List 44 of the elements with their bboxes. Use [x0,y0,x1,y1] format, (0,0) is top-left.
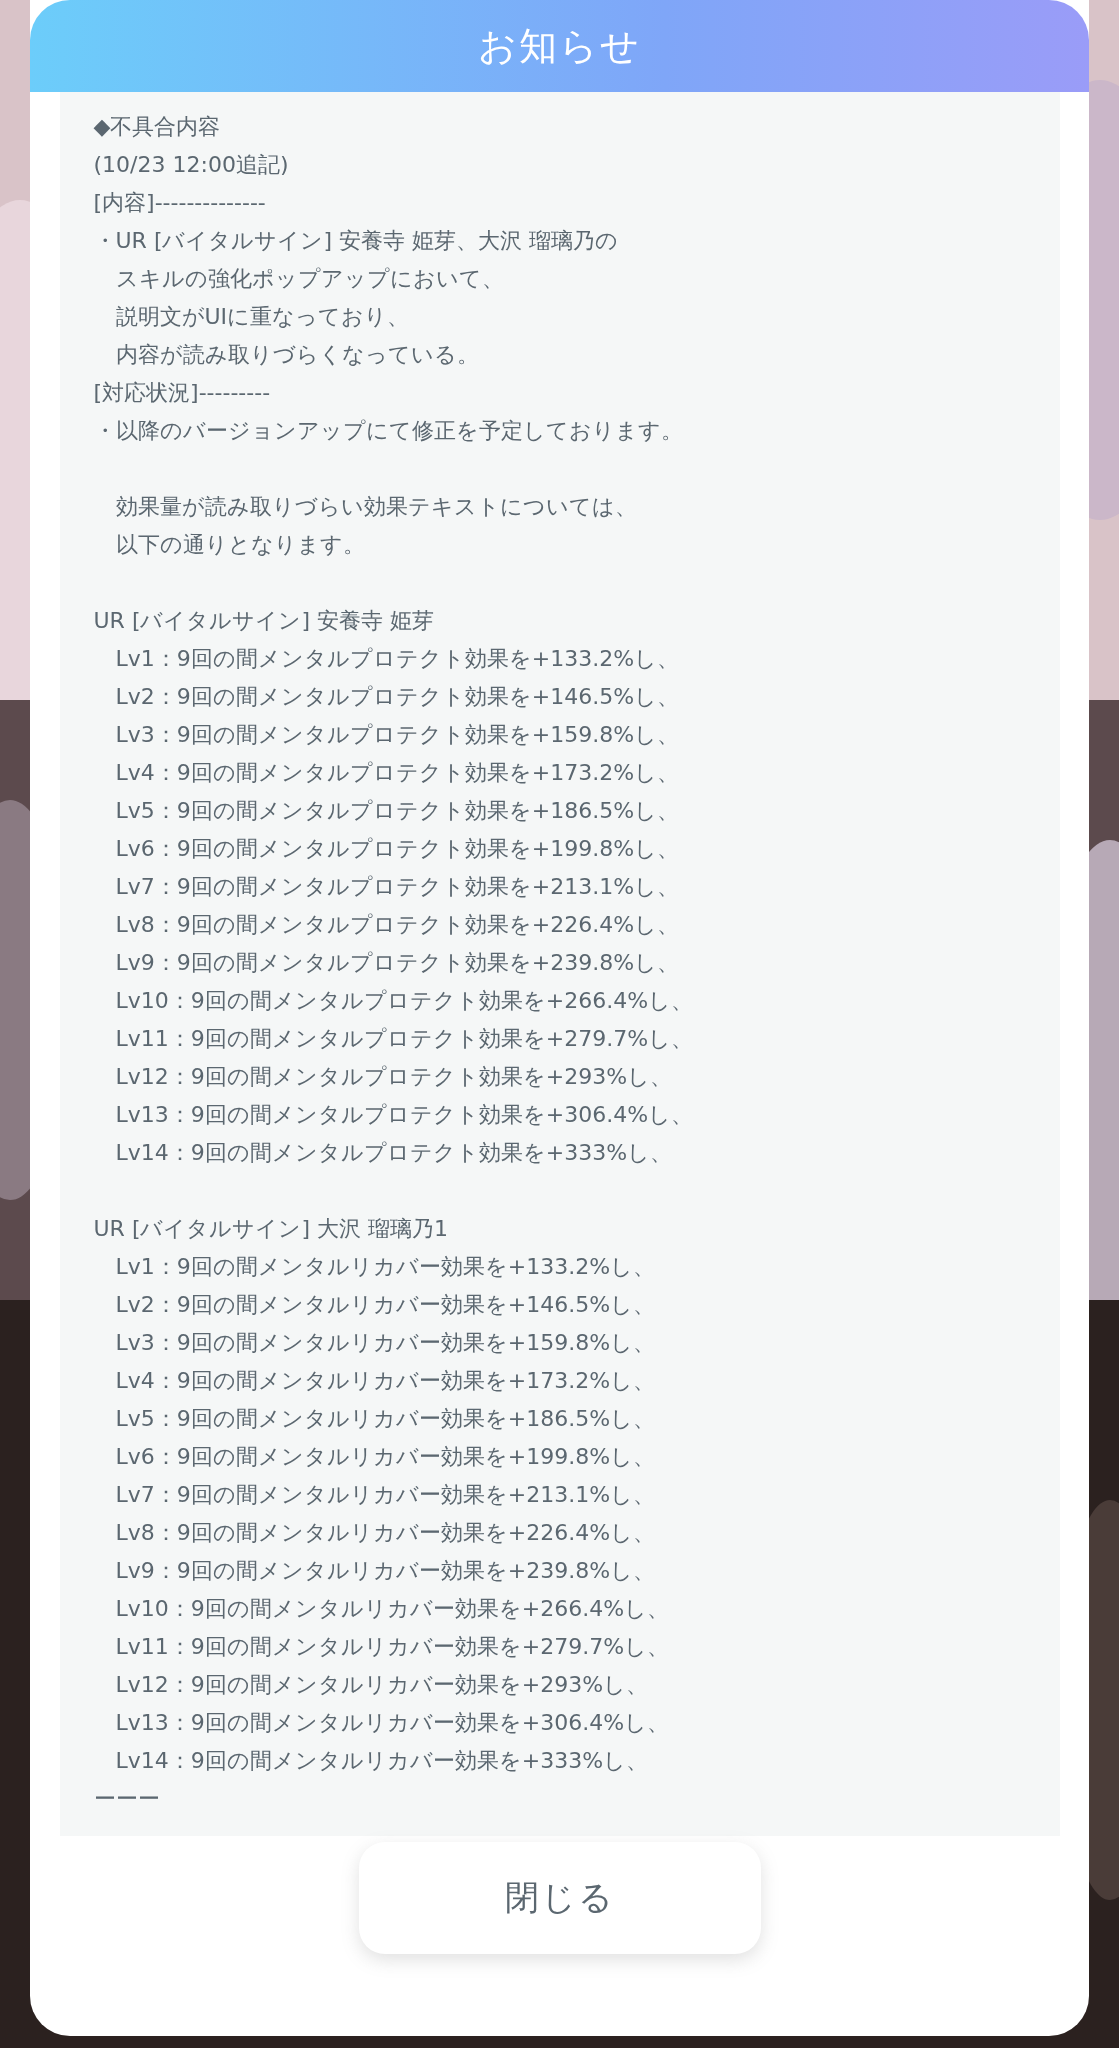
notice-line: 効果量が読み取りづらい効果テキストについては、 [114,493,638,521]
notice-line: Lv2：9回の間メンタルリカバー効果を+146.5%し、 [114,1291,657,1319]
notice-line: Lv14：9回の間メンタルプロテクト効果を+333%し、 [114,1139,674,1167]
notice-line: Lv12：9回の間メンタルプロテクト効果を+293%し、 [114,1063,674,1091]
notice-line: Lv7：9回の間メンタルプロテクト効果を+213.1%し、 [114,873,681,901]
notice-line: Lv5：9回の間メンタルプロテクト効果を+186.5%し、 [114,797,681,825]
notice-line: Lv3：9回の間メンタルリカバー効果を+159.8%し、 [114,1329,657,1357]
notice-line: Lv11：9回の間メンタルプロテクト効果を+279.7%し、 [114,1025,695,1053]
dialog-title: お知らせ [478,22,641,70]
notice-line: スキルの強化ポップアップにおいて、 [114,265,505,293]
notice-line: Lv1：9回の間メンタルプロテクト効果を+133.2%し、 [114,645,681,673]
notice-line: ーーー [93,1785,161,1813]
notice-line: [内容]-------------- [93,189,267,217]
notice-line: Lv9：9回の間メンタルプロテクト効果を+239.8%し、 [114,949,681,977]
notice-line: 内容が読み取りづらくなっている。 [114,341,480,369]
notice-line: Lv1：9回の間メンタルリカバー効果を+133.2%し、 [114,1253,657,1281]
notice-line: Lv2：9回の間メンタルプロテクト効果を+146.5%し、 [114,683,681,711]
notice-line: Lv11：9回の間メンタルリカバー効果を+279.7%し、 [114,1633,671,1661]
notice-line: Lv8：9回の間メンタルリカバー効果を+226.4%し、 [114,1519,657,1547]
notice-line: Lv13：9回の間メンタルプロテクト効果を+306.4%し、 [114,1101,695,1129]
close-button[interactable]: 閉じる [358,1842,761,1954]
notice-line: Lv12：9回の間メンタルリカバー効果を+293%し、 [114,1671,650,1699]
notice-line: (10/23 12:00追記) [93,151,290,179]
notice-line: Lv8：9回の間メンタルプロテクト効果を+226.4%し、 [114,911,681,939]
notice-line: Lv14：9回の間メンタルリカバー効果を+333%し、 [114,1747,650,1775]
notice-line: Lv10：9回の間メンタルリカバー効果を+266.4%し、 [114,1595,671,1623]
notice-line: Lv4：9回の間メンタルリカバー効果を+173.2%し、 [114,1367,657,1395]
notice-line: UR [バイタルサイン] 安養寺 姫芽 [93,607,436,635]
notice-line: Lv10：9回の間メンタルプロテクト効果を+266.4%し、 [114,987,695,1015]
notice-line: ◆不具合内容 [93,113,222,141]
notice-line: Lv4：9回の間メンタルプロテクト効果を+173.2%し、 [114,759,681,787]
notice-line: ・以降のバージョンアップにて修正を予定しております。 [93,417,684,445]
notice-line: Lv3：9回の間メンタルプロテクト効果を+159.8%し、 [114,721,681,749]
notice-line: Lv6：9回の間メンタルリカバー効果を+199.8%し、 [114,1443,657,1471]
notice-line: ・UR [バイタルサイン] 安養寺 姫芽、大沢 瑠璃乃の [93,227,620,255]
notice-line: 以下の通りとなります。 [114,531,366,559]
notice-line: Lv5：9回の間メンタルリカバー効果を+186.5%し、 [114,1405,657,1433]
notice-line: Lv7：9回の間メンタルリカバー効果を+213.1%し、 [114,1481,657,1509]
notice-line: [対応状況]--------- [93,379,272,407]
notice-line: 説明文がUIに重なっており、 [114,303,411,331]
notice-line: Lv13：9回の間メンタルリカバー効果を+306.4%し、 [114,1709,671,1737]
notice-line: UR [バイタルサイン] 大沢 瑠璃乃1 [93,1215,450,1243]
notice-line: Lv6：9回の間メンタルプロテクト効果を+199.8%し、 [114,835,681,863]
notice-line: Lv9：9回の間メンタルリカバー効果を+239.8%し、 [114,1557,657,1585]
